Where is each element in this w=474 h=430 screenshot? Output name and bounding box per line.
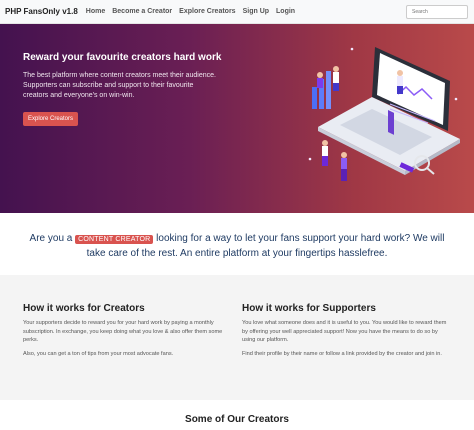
hero-description: The best platform where content creators… [23,72,216,99]
creators-column: How it works for Creators Your supporter… [23,303,233,363]
brand-logo[interactable]: PHP FansOnly v1.8 [5,7,78,16]
nav-link-explore-creators[interactable]: Explore Creators [179,8,235,15]
tagline-prefix: Are you a [29,233,73,244]
nav-link-home[interactable]: Home [86,8,105,15]
tagline: Are you a CONTENT CREATOR looking for a … [20,232,454,261]
laptop-illustration [308,47,460,181]
supporters-paragraph-1: You love what someone does and it is use… [242,320,447,343]
nav-link-become-creator[interactable]: Become a Creator [112,8,172,15]
some-of-our-creators-heading: Some of Our Creators [185,414,289,425]
content-creator-badge: CONTENT CREATOR [75,235,154,244]
supporters-heading: How it works for Supporters [242,303,376,314]
nav-link-sign-up[interactable]: Sign Up [243,8,269,15]
how-it-works-section: How it works for Creators Your supporter… [0,275,474,400]
creators-paragraph-2: Also, you can get a ton of tips from you… [23,350,174,357]
search-input[interactable] [406,5,468,19]
hero-banner: Reward your favourite creators hard work… [0,24,474,213]
navbar: PHP FansOnly v1.8 Home Become a Creator … [0,0,474,24]
supporters-paragraph-2: Find their profile by their name or foll… [242,350,442,357]
explore-creators-button[interactable]: Explore Creators [23,112,78,126]
supporters-column: How it works for Supporters You love wha… [242,303,452,363]
nav-link-login[interactable]: Login [276,8,295,15]
creators-heading: How it works for Creators [23,303,145,314]
hero-title: Reward your favourite creators hard work [23,52,222,63]
creators-paragraph-1: Your supporters decide to reward you for… [23,320,223,343]
